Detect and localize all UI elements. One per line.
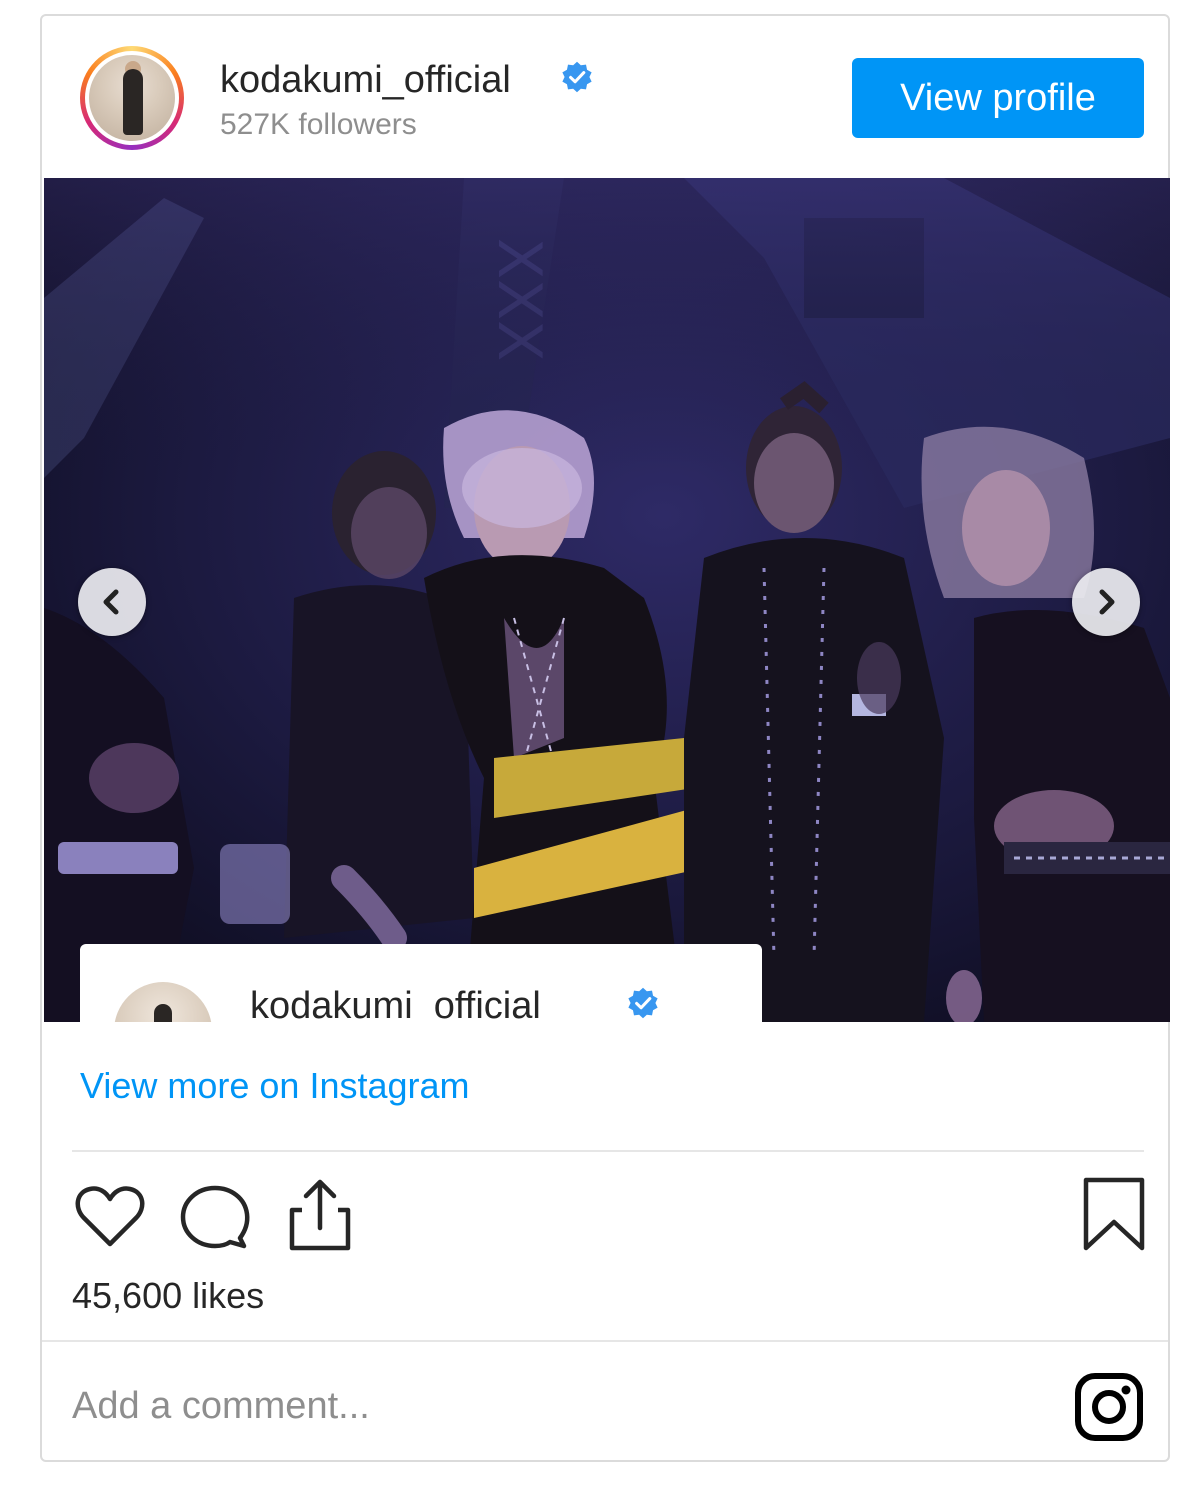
view-more-on-instagram-link[interactable]: View more on Instagram — [80, 1064, 470, 1108]
followers-count: 527K followers — [220, 108, 417, 141]
profile-username[interactable]: kodakumi_official — [220, 58, 511, 102]
previous-slide-button[interactable] — [78, 568, 146, 636]
divider — [42, 1340, 1168, 1342]
next-slide-button[interactable] — [1072, 568, 1140, 636]
share-button[interactable] — [280, 1176, 360, 1256]
post-media[interactable]: XXX kodakumi_official — [44, 178, 1170, 1022]
like-button[interactable] — [70, 1176, 150, 1256]
verified-badge-icon — [562, 61, 592, 93]
profile-avatar[interactable] — [80, 46, 184, 150]
view-profile-button[interactable]: View profile — [852, 58, 1144, 138]
share-icon — [289, 1179, 351, 1251]
bookmark-icon — [1083, 1177, 1145, 1251]
likes-count: 45,600 likes — [72, 1275, 265, 1316]
overlay-username[interactable]: kodakumi_official — [250, 984, 541, 1022]
chevron-left-icon — [103, 589, 119, 615]
concert-photo: XXX — [44, 178, 1170, 1022]
add-comment-input[interactable] — [72, 1376, 1032, 1436]
overlay-avatar — [114, 982, 212, 1022]
divider — [72, 1150, 1144, 1152]
save-button[interactable] — [1074, 1176, 1154, 1256]
heart-icon — [75, 1186, 145, 1247]
instagram-logo-icon[interactable] — [1074, 1372, 1144, 1442]
chevron-right-icon — [1099, 589, 1115, 615]
comment-button[interactable] — [174, 1176, 254, 1256]
instagram-embed-card: kodakumi_official 527K followers View pr… — [40, 14, 1170, 1462]
video-overlay-attribution[interactable]: kodakumi_official — [80, 944, 762, 1022]
verified-badge-icon — [628, 987, 658, 1019]
comment-icon — [180, 1185, 250, 1249]
